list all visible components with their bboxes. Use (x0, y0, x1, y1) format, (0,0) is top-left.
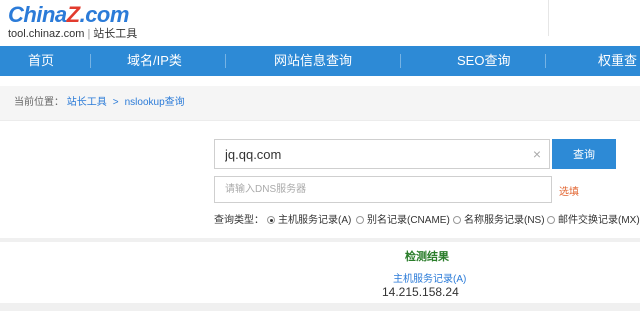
breadcrumb: 当前位置： 站长工具 > nslookup查询 (14, 97, 185, 108)
main-nav: 首页 域名/IP类 网站信息查询 SEO查询 权重查 (0, 46, 640, 76)
query-type-label: 查询类型： (214, 215, 264, 226)
radio-icon (267, 216, 275, 224)
logo-subtitle: tool.chinaz.com | 站长工具 (8, 28, 138, 40)
result-record-type-link[interactable]: 主机服务记录(A) (393, 270, 466, 285)
clear-icon[interactable]: × (533, 146, 541, 162)
radio-type-ns[interactable]: 名称服务记录(NS) (453, 211, 545, 226)
domain-input[interactable] (225, 140, 515, 168)
site-name: 站长工具 (93, 28, 138, 40)
optional-link[interactable]: 选填 (559, 183, 579, 198)
nav-item-home[interactable]: 首页 (28, 46, 54, 76)
radio-icon (453, 216, 461, 224)
result-title: 检测结果 (405, 251, 449, 263)
nav-divider (90, 54, 91, 68)
nav-divider (545, 54, 546, 68)
nav-item-domain-ip[interactable]: 域名/IP类 (127, 46, 182, 76)
breadcrumb-current-link[interactable]: nslookup查询 (125, 97, 185, 108)
radio-icon (547, 216, 555, 224)
nav-divider (225, 54, 226, 68)
nav-item-weight[interactable]: 权重查 (598, 46, 637, 76)
query-button[interactable]: 查询 (552, 139, 616, 169)
breadcrumb-bar: 当前位置： 站长工具 > nslookup查询 (0, 86, 640, 121)
section-divider (0, 238, 640, 242)
domain-field: × (214, 139, 550, 169)
nav-item-seo[interactable]: SEO查询 (457, 46, 510, 76)
dns-server-input[interactable] (225, 177, 535, 202)
radio-type-a[interactable]: 主机服务记录(A) (267, 211, 351, 226)
site-url: tool.chinaz.com (8, 28, 85, 40)
result-ip: 14.215.158.24 (382, 285, 459, 299)
bottom-strip (0, 303, 640, 311)
breadcrumb-prefix: 当前位置： (14, 97, 64, 108)
radio-type-mx[interactable]: 邮件交换记录(MX) (547, 211, 640, 226)
breadcrumb-home-link[interactable]: 站长工具 (67, 97, 107, 108)
nav-item-site-info[interactable]: 网站信息查询 (274, 46, 352, 76)
header-right-panel (548, 0, 640, 36)
radio-icon (356, 216, 364, 224)
radio-type-cname[interactable]: 别名记录(CNAME) (356, 211, 450, 226)
dns-field (214, 176, 552, 203)
site-header: ChinaZ.com tool.chinaz.com | 站长工具 (0, 0, 640, 44)
nav-divider (400, 54, 401, 68)
